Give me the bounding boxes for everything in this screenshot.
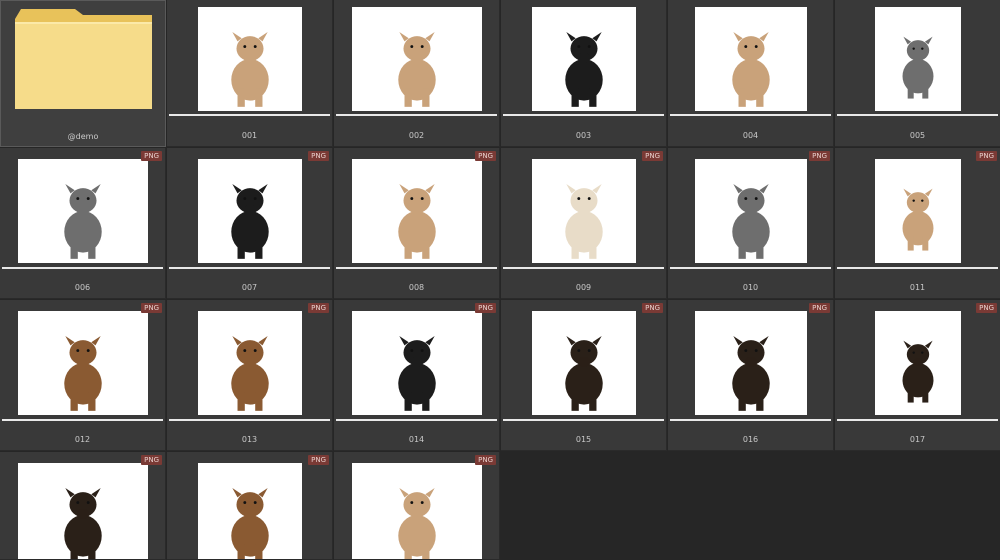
dog-thumbnail: [875, 7, 961, 111]
dog-thumbnail: [352, 311, 482, 415]
file-label: 008: [408, 283, 425, 292]
file-item-012[interactable]: PNG 012: [0, 300, 166, 451]
file-label: 015: [575, 435, 592, 444]
dog-thumbnail: [198, 159, 302, 263]
folder-icon: [13, 7, 154, 111]
selection-underline: [503, 267, 664, 269]
selection-underline: [336, 114, 497, 116]
file-label: 007: [241, 283, 258, 292]
dog-thumbnail: [532, 159, 636, 263]
png-badge: PNG: [141, 151, 162, 161]
file-label: 014: [408, 435, 425, 444]
file-item-018[interactable]: PNG: [0, 452, 166, 560]
selection-underline: [837, 114, 998, 116]
file-item-016[interactable]: PNG 016: [668, 300, 834, 451]
selection-underline: [169, 267, 330, 269]
file-item-002[interactable]: 002: [334, 0, 500, 147]
file-item-020[interactable]: PNG: [334, 452, 500, 560]
file-item-010[interactable]: PNG 010: [668, 148, 834, 299]
folder-label: @demo: [67, 132, 99, 141]
dog-thumbnail: [198, 311, 302, 415]
file-label: 006: [74, 283, 91, 292]
file-label: 002: [408, 131, 425, 140]
dog-thumbnail: [352, 7, 482, 111]
folder-item-demo[interactable]: @demo: [0, 0, 166, 147]
dog-thumbnail: [352, 463, 482, 559]
png-badge: PNG: [642, 303, 663, 313]
selection-underline: [503, 419, 664, 421]
png-badge: PNG: [809, 151, 830, 161]
selection-underline: [169, 114, 330, 116]
file-label: 001: [241, 131, 258, 140]
file-label: 013: [241, 435, 258, 444]
file-item-001[interactable]: 001: [167, 0, 333, 147]
file-item-008[interactable]: PNG 008: [334, 148, 500, 299]
file-label: 005: [909, 131, 926, 140]
file-item-009[interactable]: PNG 009: [501, 148, 667, 299]
file-item-011[interactable]: PNG 011: [835, 148, 1000, 299]
dog-thumbnail: [352, 159, 482, 263]
file-item-005[interactable]: 005: [835, 0, 1000, 147]
png-badge: PNG: [642, 151, 663, 161]
dog-thumbnail: [695, 159, 807, 263]
dog-thumbnail: [875, 159, 961, 263]
file-item-003[interactable]: 003: [501, 0, 667, 147]
png-badge: PNG: [809, 303, 830, 313]
file-label: 016: [742, 435, 759, 444]
dog-thumbnail: [198, 7, 302, 111]
selection-underline: [169, 419, 330, 421]
png-badge: PNG: [475, 303, 496, 313]
dog-thumbnail: [695, 7, 807, 111]
selection-underline: [2, 267, 163, 269]
png-badge: PNG: [475, 151, 496, 161]
png-badge: PNG: [141, 455, 162, 465]
file-label: 011: [909, 283, 926, 292]
png-badge: PNG: [308, 303, 329, 313]
selection-underline: [336, 419, 497, 421]
file-item-006[interactable]: PNG 006: [0, 148, 166, 299]
file-label: 009: [575, 283, 592, 292]
selection-underline: [837, 419, 998, 421]
file-item-019[interactable]: PNG: [167, 452, 333, 560]
dog-thumbnail: [18, 463, 148, 559]
file-label: 010: [742, 283, 759, 292]
png-badge: PNG: [141, 303, 162, 313]
thumbnail-grid: @demo 001 002 003 004 005 PNG 006 PNG 00…: [0, 0, 1000, 560]
selection-underline: [670, 267, 831, 269]
dog-thumbnail: [875, 311, 961, 415]
dog-thumbnail: [532, 311, 636, 415]
dog-thumbnail: [532, 7, 636, 111]
file-item-014[interactable]: PNG 014: [334, 300, 500, 451]
dog-thumbnail: [695, 311, 807, 415]
file-item-013[interactable]: PNG 013: [167, 300, 333, 451]
file-item-007[interactable]: PNG 007: [167, 148, 333, 299]
file-label: 012: [74, 435, 91, 444]
dog-thumbnail: [18, 159, 148, 263]
file-item-015[interactable]: PNG 015: [501, 300, 667, 451]
file-item-017[interactable]: PNG 017: [835, 300, 1000, 451]
selection-underline: [336, 267, 497, 269]
selection-underline: [2, 419, 163, 421]
file-label: 003: [575, 131, 592, 140]
file-item-004[interactable]: 004: [668, 0, 834, 147]
png-badge: PNG: [475, 455, 496, 465]
selection-underline: [503, 114, 664, 116]
file-label: 017: [909, 435, 926, 444]
png-badge: PNG: [976, 151, 997, 161]
png-badge: PNG: [308, 455, 329, 465]
selection-underline: [670, 114, 831, 116]
file-label: 004: [742, 131, 759, 140]
png-badge: PNG: [308, 151, 329, 161]
dog-thumbnail: [198, 463, 302, 559]
dog-thumbnail: [18, 311, 148, 415]
selection-underline: [837, 267, 998, 269]
png-badge: PNG: [976, 303, 997, 313]
selection-underline: [670, 419, 831, 421]
